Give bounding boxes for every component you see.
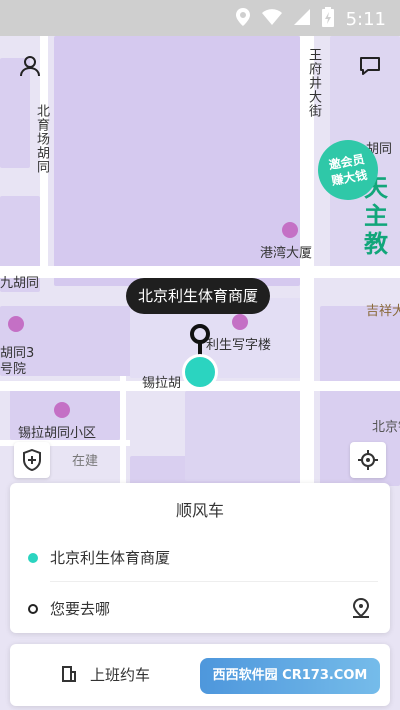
poi-label-xila-community: 锡拉胡同小区 [18, 426, 97, 441]
poi-label-hutong3: 胡同3号院 [0, 346, 35, 377]
status-time: 5:11 [345, 8, 386, 30]
poi-label-zaijian: 在建 [72, 454, 99, 469]
commute-bar[interactable]: 上班约车 西西软件园 CR173.COM [10, 644, 390, 706]
current-location-marker [182, 354, 218, 390]
poi-label-lisheng-office: 利生写字楼 [206, 338, 272, 353]
wifi-icon [261, 9, 282, 29]
battery-icon [321, 7, 334, 31]
safety-button[interactable] [14, 442, 50, 478]
poi-label-xiangyuan: 吉祥大 [366, 304, 400, 319]
locate-button[interactable] [350, 442, 386, 478]
office-icon [282, 222, 298, 238]
pin-tooltip: 北京利生体育商厦 [126, 278, 271, 314]
map-select-icon[interactable] [352, 597, 370, 622]
destination-row[interactable]: 您要去哪 [10, 586, 390, 630]
destination-dot-icon [28, 604, 38, 614]
origin-text: 北京利生体育商厦 [50, 549, 171, 567]
street-label-wangfujing: 王府井大街 [306, 48, 321, 118]
watermark-logo: 西西软件园 CR173.COM [200, 658, 380, 694]
location-icon [235, 8, 250, 30]
profile-button[interactable] [12, 48, 48, 84]
crosshair-icon [358, 450, 378, 470]
commute-label: 上班约车 [90, 666, 151, 684]
community-icon [54, 402, 70, 418]
hutong-icon [8, 316, 24, 332]
panel-title: 顺风车 [175, 501, 224, 520]
building-commute-icon [62, 666, 76, 686]
origin-dot-icon [28, 553, 38, 563]
signal-icon [293, 9, 310, 29]
user-icon [20, 56, 40, 77]
street-label-xila: 锡拉胡 [142, 376, 182, 391]
status-icons: 5:11 [235, 7, 386, 31]
chat-icon [360, 57, 380, 75]
poi-label-jiuhutong: 九胡同 [0, 276, 40, 291]
building-icon [232, 314, 248, 330]
shield-plus-icon [23, 449, 41, 471]
poi-label-gangwan: 港湾大厦 [260, 246, 313, 261]
destination-input[interactable]: 您要去哪 [50, 598, 110, 619]
divider [50, 581, 378, 582]
street-label-beiyuchang: 北育场胡同 [34, 104, 49, 174]
poi-label-beijing-bank: 北京银 [372, 420, 400, 435]
message-button[interactable] [352, 48, 388, 84]
status-bar: 5:11 [0, 0, 400, 36]
ride-panel: 顺风车 北京利生体育商厦 您要去哪 [10, 483, 390, 633]
origin-row[interactable]: 北京利生体育商厦 [10, 535, 390, 579]
